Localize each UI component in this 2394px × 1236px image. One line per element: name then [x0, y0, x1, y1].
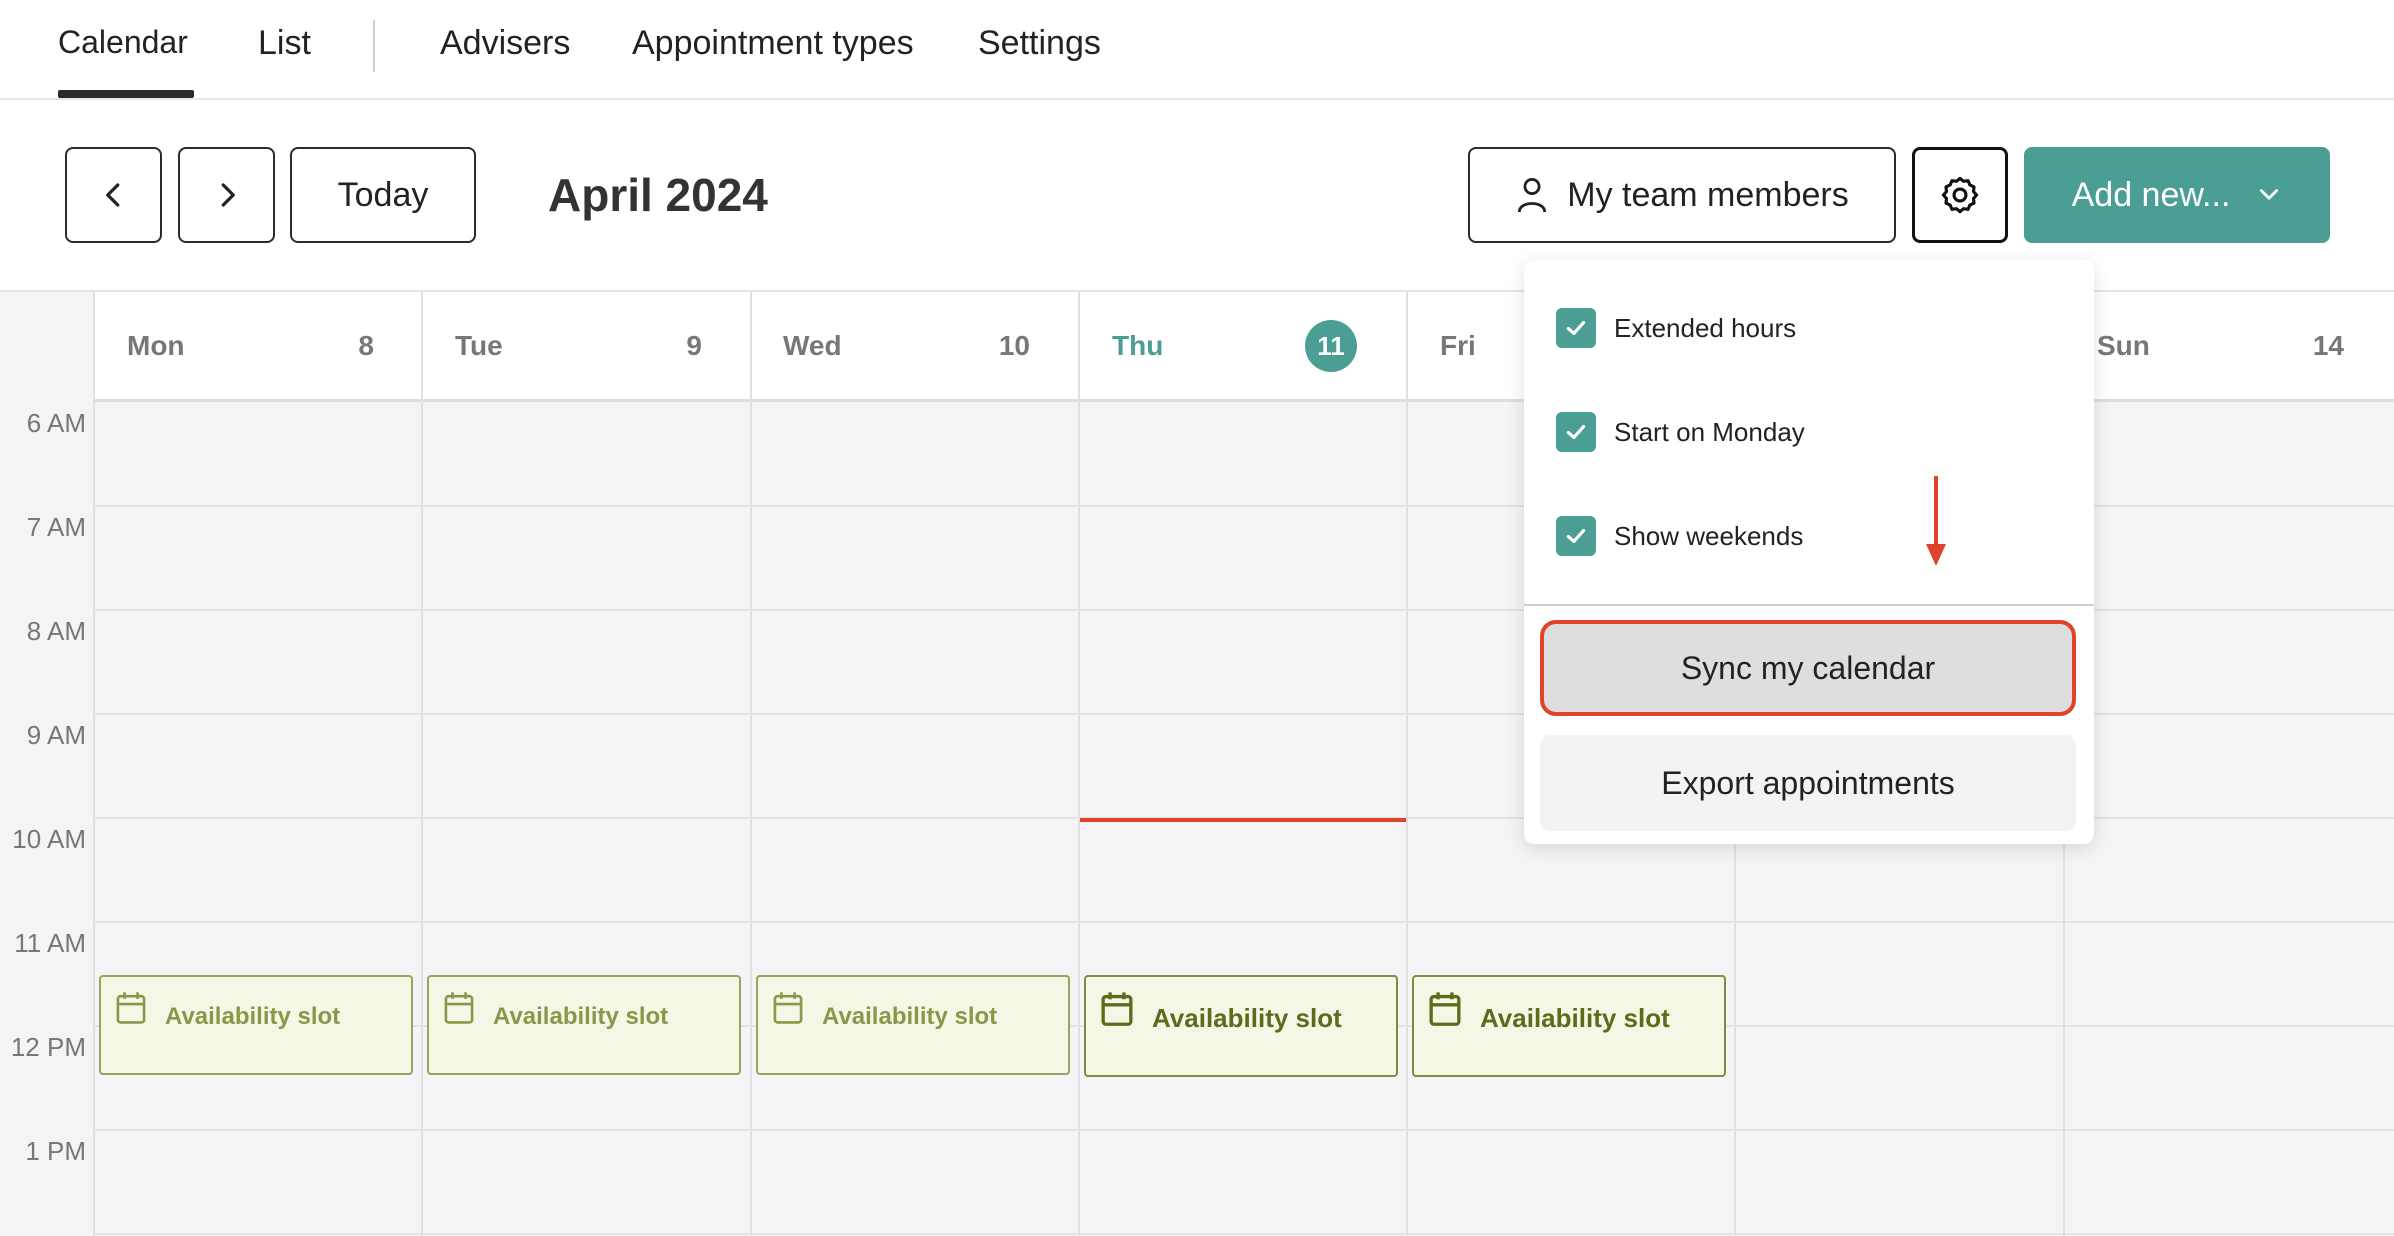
sync-my-calendar-button[interactable]: Sync my calendar — [1540, 620, 2076, 716]
extended-hours-label: Extended hours — [1614, 312, 1797, 343]
availability-slot[interactable]: Availability slot — [1412, 975, 1726, 1077]
tab-advisers[interactable]: Advisers — [440, 24, 570, 63]
time-label: 6 AM — [26, 408, 86, 438]
annotation-arrow-head — [1926, 544, 1946, 566]
calendar-icon — [1101, 992, 1133, 1026]
add-new-button[interactable]: Add new... — [2024, 147, 2330, 243]
tab-appointment-types[interactable]: Appointment types — [632, 24, 914, 63]
column-divider — [1078, 292, 1080, 1236]
column-divider — [750, 292, 752, 1236]
calendar-icon — [444, 992, 474, 1024]
start-on-monday-label: Start on Monday — [1614, 416, 1805, 447]
column-divider — [93, 292, 95, 1236]
day-header-sun: Sun — [2097, 330, 2150, 361]
day-number-wed: 10 — [998, 330, 1030, 361]
time-label: 11 AM — [14, 928, 86, 958]
chevron-down-icon — [2260, 189, 2279, 200]
chevron-right-icon — [221, 183, 235, 207]
active-tab-indicator — [58, 90, 194, 98]
export-appointments-button[interactable]: Export appointments — [1540, 735, 2076, 831]
time-label: 1 PM — [25, 1136, 86, 1166]
today-button[interactable]: Today — [290, 147, 476, 243]
current-time-indicator — [1080, 818, 1406, 822]
calendar-icon — [1429, 992, 1461, 1026]
availability-slot[interactable]: Availability slot — [1084, 975, 1398, 1077]
time-label: 10 AM — [12, 824, 86, 854]
checkbox-checked[interactable] — [1556, 308, 1596, 348]
availability-slot-label: Availability slot — [822, 1003, 998, 1030]
day-header-mon: Mon — [127, 330, 185, 361]
availability-slot-label: Availability slot — [165, 1003, 341, 1030]
tab-settings[interactable]: Settings — [978, 24, 1101, 63]
checkbox-checked[interactable] — [1556, 516, 1596, 556]
day-number-mon: 8 — [358, 330, 374, 361]
top-navigation: Calendar List Advisers Appointment types… — [0, 0, 2394, 100]
my-team-members-label: My team members — [1567, 175, 1849, 214]
calendar-icon — [116, 992, 146, 1024]
month-title: April 2024 — [548, 169, 768, 221]
start-on-monday-option[interactable]: Start on Monday — [1556, 412, 1805, 452]
tab-list[interactable]: List — [258, 24, 311, 63]
tab-calendar[interactable]: Calendar — [58, 24, 188, 61]
tab-divider — [373, 20, 375, 72]
show-weekends-label: Show weekends — [1614, 520, 1804, 551]
time-label: 7 AM — [26, 512, 86, 542]
column-divider — [1406, 292, 1408, 1236]
checkmark-icon — [1566, 320, 1586, 336]
calendar-icon — [773, 992, 803, 1024]
extended-hours-option[interactable]: Extended hours — [1556, 308, 1796, 348]
time-label: 8 AM — [26, 616, 86, 646]
hour-line — [94, 1233, 2394, 1235]
calendar-settings-dropdown: Extended hours Start on Monday Show week… — [1524, 260, 2094, 844]
gear-icon — [1941, 176, 1979, 214]
day-header-wed: Wed — [783, 330, 842, 361]
show-weekends-option[interactable]: Show weekends — [1556, 516, 1803, 556]
my-team-members-button[interactable]: My team members — [1468, 147, 1896, 243]
day-header-fri: Fri — [1440, 330, 1476, 361]
availability-slot[interactable]: Availability slot — [756, 975, 1070, 1075]
availability-slot[interactable]: Availability slot — [427, 975, 741, 1075]
dropdown-divider — [1524, 604, 2094, 606]
next-week-button[interactable] — [178, 147, 275, 243]
checkmark-icon — [1566, 528, 1586, 544]
day-number-sun: 14 — [2312, 330, 2344, 361]
add-new-label: Add new... — [2071, 175, 2231, 214]
time-gutter-header — [0, 292, 94, 402]
time-label: 9 AM — [26, 720, 86, 750]
availability-slot[interactable]: Availability slot — [99, 975, 413, 1075]
chevron-left-icon — [105, 183, 119, 207]
availability-slot-label: Availability slot — [1480, 1003, 1670, 1033]
day-number-tue: 9 — [686, 330, 702, 361]
today-date-badge: 11 — [1305, 320, 1357, 372]
column-divider — [421, 292, 423, 1236]
person-icon — [1518, 178, 1547, 213]
checkmark-icon — [1566, 424, 1586, 440]
time-label: 12 PM — [10, 1032, 86, 1062]
day-header-thu: Thu — [1112, 330, 1164, 361]
annotation-arrow-shaft — [1934, 476, 1938, 546]
hour-line — [94, 921, 2394, 923]
checkbox-checked[interactable] — [1556, 412, 1596, 452]
availability-slot-label: Availability slot — [1152, 1003, 1342, 1033]
calendar-settings-button[interactable] — [1912, 147, 2008, 243]
availability-slot-label: Availability slot — [493, 1003, 669, 1030]
hour-line — [94, 1129, 2394, 1131]
previous-week-button[interactable] — [65, 147, 162, 243]
day-header-tue: Tue — [455, 330, 503, 361]
